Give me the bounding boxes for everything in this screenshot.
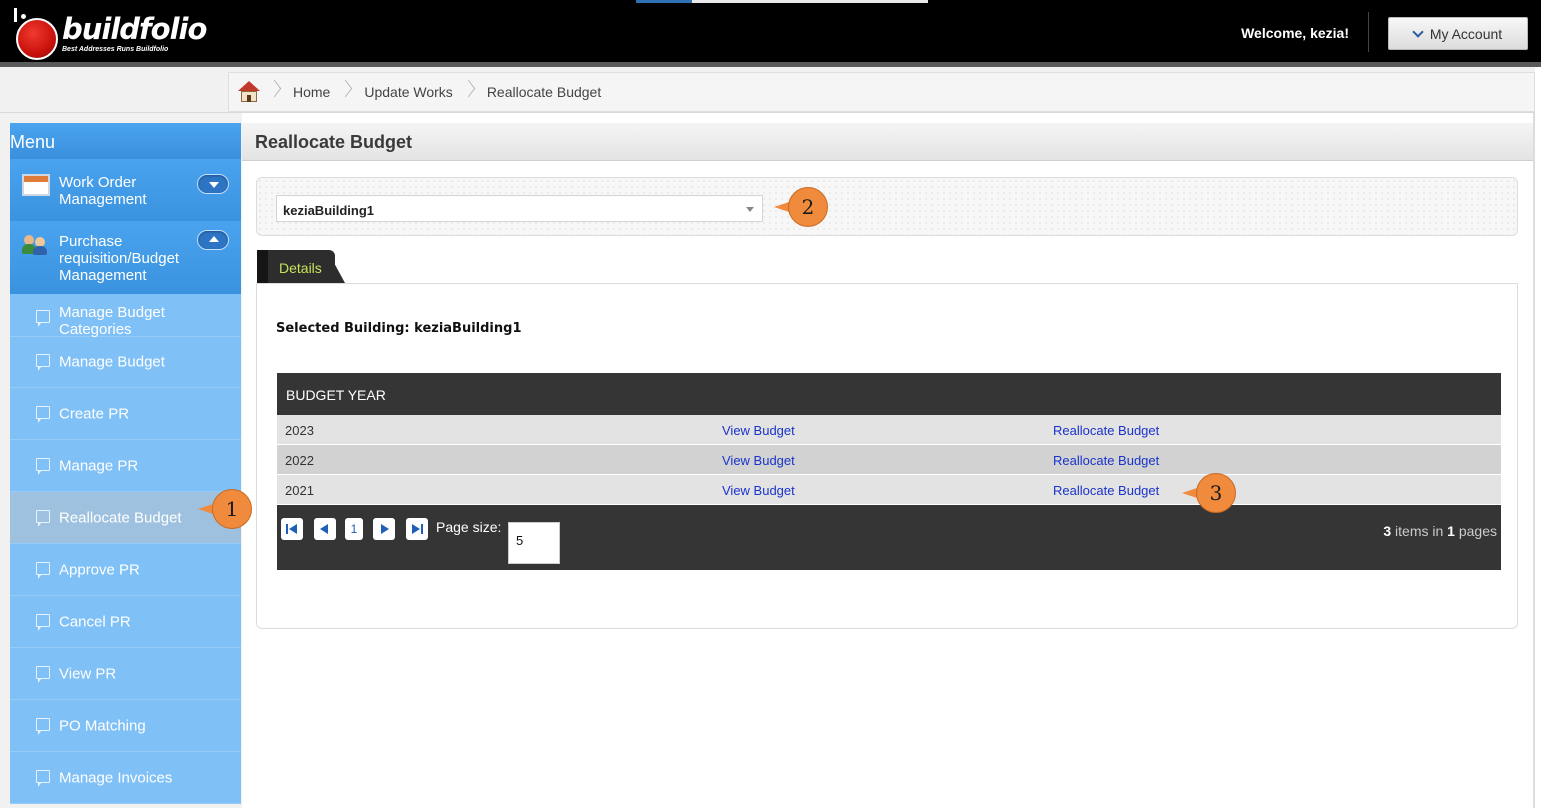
pages-count: 1 [1447,523,1455,539]
panel-header: Reallocate Budget [242,123,1533,161]
tab-details-label: Details [279,260,322,276]
logo-wordmark: buildfolio [62,12,207,46]
budget-year-cell: 2023 [285,423,314,438]
sidebar-item-manage-invoices[interactable]: Manage Invoices [10,752,241,804]
sidebar-item-manage-budget[interactable]: Manage Budget [10,337,241,388]
budget-year-cell: 2022 [285,453,314,468]
page-size-label: Page size: [436,519,502,535]
pager-summary: 3 items in 1 pages [1383,523,1497,539]
callout-marker-1: 1 [198,489,252,529]
logo-mark-stem [14,8,17,22]
comment-icon [36,717,50,735]
previous-page-button[interactable] [314,518,336,540]
comment-icon [36,354,50,371]
view-budget-link[interactable]: View Budget [722,483,795,498]
page-size-input[interactable]: 5 [508,522,560,564]
top-header: buildfolio Best Addresses Runs Buildfoli… [0,0,1541,62]
grid-header: BUDGET YEAR [277,373,1501,415]
expand-toggle-icon[interactable] [197,174,229,194]
callout-number: 1 [212,489,252,529]
selected-building-label: Selected Building: keziaBuilding1 [276,321,522,336]
comment-icon [36,561,50,579]
reallocate-budget-link[interactable]: Reallocate Budget [1053,453,1159,468]
comment-icon [36,509,50,527]
breadcrumb-separator-icon [340,77,354,107]
comment-icon [36,769,50,787]
page-title: Reallocate Budget [255,132,413,152]
window-icon [22,174,50,196]
items-count: 3 [1383,523,1392,539]
sidebar-group-purchase-requisition[interactable]: Purchase requisition/Budget Management [10,221,241,294]
sidebar-item-cancel-pr[interactable]: Cancel PR [10,596,241,648]
sidebar-item-po-matching[interactable]: PO Matching [10,700,241,752]
callout-number: 3 [1196,473,1236,513]
logo-mark-dot [21,14,26,19]
sidebar-item-manage-pr[interactable]: Manage PR [10,440,241,492]
breadcrumb-item-update-works[interactable]: Update Works [340,72,462,112]
callout-number: 2 [788,187,828,227]
collapse-toggle-icon[interactable] [197,230,229,250]
items-text: items in [1395,523,1444,539]
dropdown-arrow-icon [746,207,754,212]
breadcrumb-separator-icon [463,77,477,107]
page-number-button[interactable]: 1 [345,518,363,540]
pages-text: pages [1458,523,1497,539]
my-account-label: My Account [1429,25,1503,42]
header-accent-bar-light [692,0,928,3]
reallocate-budget-link[interactable]: Reallocate Budget [1053,483,1159,498]
comment-icon [36,613,50,631]
building-select[interactable]: keziaBuilding1 [276,195,763,222]
budget-year-grid: BUDGET YEAR 2023 View Budget Reallocate … [277,373,1501,570]
table-row: 2023 View Budget Reallocate Budget [277,415,1501,445]
tab-details[interactable]: Details [257,250,347,283]
menu-title-label: Menu [10,132,56,152]
logo-mark-icon [16,18,58,60]
sidebar-item-view-pr[interactable]: View PR [10,648,241,700]
last-page-button[interactable] [406,518,428,540]
callout-marker-2: 2 [774,187,828,227]
menu-title-bar: Menu [10,123,241,159]
comment-icon [36,405,50,423]
building-select-value: keziaBuilding1 [283,203,375,218]
breadcrumb: Home Update Works Reallocate Budget [228,72,1535,112]
header-divider [1368,12,1369,52]
grid-pager: 1 Page size: 3 items in 1 pages [277,505,1501,570]
view-budget-link[interactable]: View Budget [722,423,795,438]
logo-tagline: Best Addresses Runs Buildfolio [62,46,169,53]
breadcrumb-separator-icon [269,77,283,107]
sidebar-group-label: Purchase requisition/Budget Management [59,233,180,284]
buildfolio-logo[interactable]: buildfolio Best Addresses Runs Buildfoli… [10,6,210,60]
sidebar-item-create-pr[interactable]: Create PR [10,388,241,440]
sidebar-group-work-order-management[interactable]: Work Order Management [10,159,241,221]
sidebar-group-label: Work Order Management [59,174,147,208]
comment-icon [36,457,50,475]
view-budget-link[interactable]: View Budget [722,453,795,468]
welcome-text: Welcome, kezia! [1241,25,1349,41]
reallocate-budget-link[interactable]: Reallocate Budget [1053,423,1159,438]
breadcrumb-item-home[interactable]: Home [269,72,340,112]
sidebar-submenu: Manage Budget Categories Manage Budget C… [10,294,241,804]
first-page-button[interactable] [281,518,303,540]
building-select-panel: keziaBuilding1 [256,177,1518,236]
breadcrumb-item-reallocate-budget: Reallocate Budget [463,72,611,112]
column-header-budget-year[interactable]: BUDGET YEAR [286,387,386,403]
my-account-button[interactable]: My Account [1388,17,1528,50]
budget-year-cell: 2021 [285,483,314,498]
breadcrumb-bar: Home Update Works Reallocate Budget [0,67,1535,113]
chevron-down-icon [1412,25,1424,38]
callout-marker-3: 3 [1182,473,1236,513]
people-icon [22,233,50,255]
home-icon[interactable] [229,72,269,112]
table-row: 2022 View Budget Reallocate Budget [277,445,1501,475]
content-right-border [1533,113,1535,808]
next-page-button[interactable] [373,518,395,540]
table-row: 2021 View Budget Reallocate Budget [277,475,1501,505]
comment-icon [36,310,50,327]
sidebar-item-reallocate-budget[interactable]: Reallocate Budget [10,492,241,544]
comment-icon [36,665,50,683]
header-accent-bar [636,0,692,3]
sidebar-item-approve-pr[interactable]: Approve PR [10,544,241,596]
sidebar-item-manage-budget-categories[interactable]: Manage Budget Categories [10,294,241,338]
